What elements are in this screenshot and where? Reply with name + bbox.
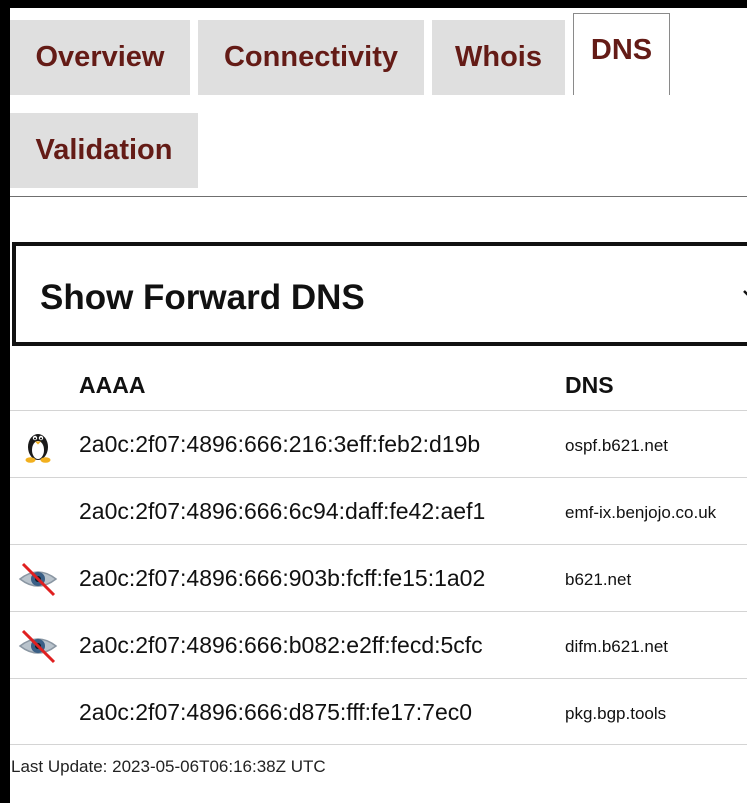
eye-slashed-icon (18, 559, 58, 599)
tab-bar: Overview Connectivity Whois DNS Validati… (10, 8, 747, 198)
dns-name: ospf.b621.net (565, 436, 669, 455)
tab-whois[interactable]: Whois (432, 20, 565, 95)
table-row: 2a0c:2f07:4896:666:b082:e2ff:fecd:5cfc d… (10, 611, 747, 678)
page: Overview Connectivity Whois DNS Validati… (10, 8, 747, 803)
tab-dns[interactable]: DNS (573, 13, 670, 95)
ipv6-address: 2a0c:2f07:4896:666:6c94:daff:fe42:aef1 (79, 498, 486, 524)
chevron-down-icon (741, 286, 747, 304)
dns-name: pkg.bgp.tools (565, 704, 667, 723)
tab-validation[interactable]: Validation (10, 113, 198, 188)
table-row: 2a0c:2f07:4896:666:d875:fff:fe17:7ec0 pk… (10, 678, 747, 745)
table-row: 2a0c:2f07:4896:666:903b:fcff:fe15:1a02 b… (10, 544, 747, 611)
dns-name: difm.b621.net (565, 637, 669, 656)
column-header-dns: DNS (565, 372, 614, 398)
forward-dns-select[interactable]: Show Forward DNS (12, 242, 747, 346)
tab-overview[interactable]: Overview (10, 20, 190, 95)
ipv6-address: 2a0c:2f07:4896:666:903b:fcff:fe15:1a02 (79, 565, 486, 591)
table-header: AAAA DNS (10, 346, 747, 410)
forward-dns-select-value: Show Forward DNS (40, 278, 365, 317)
table-row: 2a0c:2f07:4896:666:216:3eff:feb2:d19b os… (10, 410, 747, 477)
column-header-aaaa: AAAA (79, 372, 146, 398)
dns-name: b621.net (565, 570, 632, 589)
ipv6-address: 2a0c:2f07:4896:666:b082:e2ff:fecd:5cfc (79, 632, 483, 658)
eye-slashed-icon (18, 626, 58, 666)
linux-penguin-icon (18, 425, 58, 465)
ipv6-address: 2a0c:2f07:4896:666:d875:fff:fe17:7ec0 (79, 699, 473, 725)
tab-connectivity[interactable]: Connectivity (198, 20, 424, 95)
ipv6-address: 2a0c:2f07:4896:666:216:3eff:feb2:d19b (79, 431, 481, 457)
tab-divider (10, 196, 747, 197)
last-update-text: Last Update: 2023-05-06T06:16:38Z UTC (11, 757, 326, 776)
table-row: 2a0c:2f07:4896:666:6c94:daff:fe42:aef1 e… (10, 477, 747, 544)
dns-name: emf-ix.benjojo.co.uk (565, 503, 717, 522)
